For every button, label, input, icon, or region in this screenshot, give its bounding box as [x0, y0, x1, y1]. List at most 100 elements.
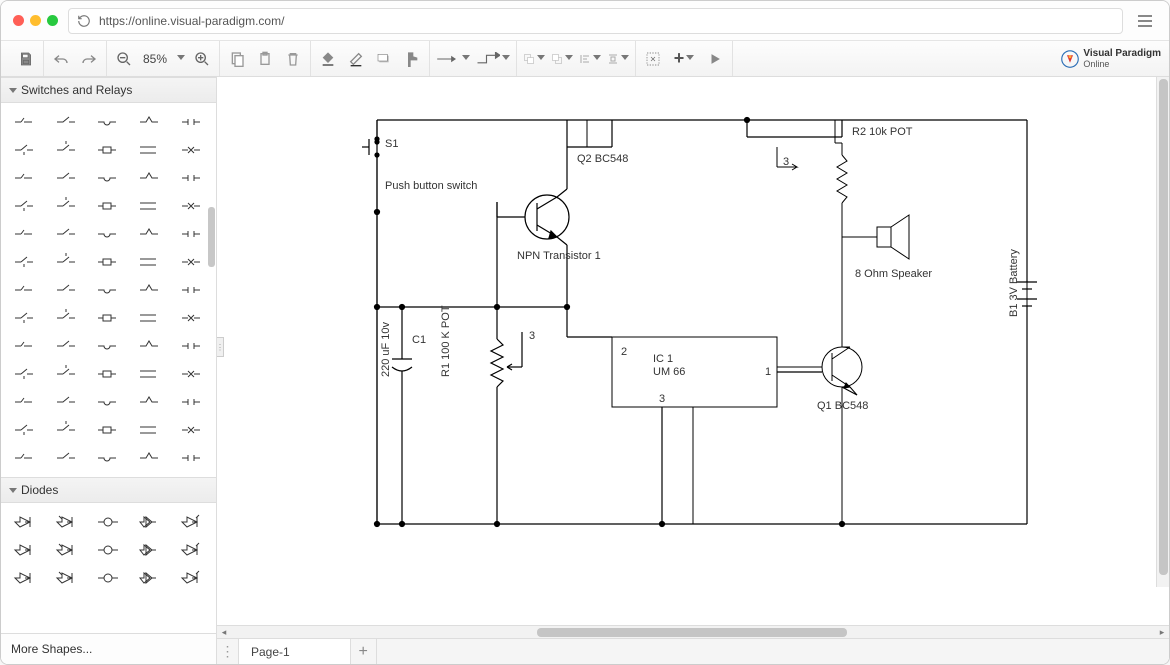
tab-page-1[interactable]: Page-1: [239, 639, 351, 664]
refresh-icon[interactable]: [77, 14, 91, 28]
distribute-button[interactable]: [607, 48, 629, 70]
canvas-horizontal-scrollbar[interactable]: ◂ ▸: [217, 625, 1169, 638]
line-color-button[interactable]: [345, 48, 367, 70]
fit-button[interactable]: [642, 48, 664, 70]
shape-switch-item[interactable]: [5, 389, 45, 415]
shape-switch-item[interactable]: [47, 389, 87, 415]
fill-color-button[interactable]: [317, 48, 339, 70]
shape-switch-item[interactable]: [47, 417, 87, 443]
connector-button[interactable]: [436, 48, 470, 70]
shape-switch-item[interactable]: [47, 165, 87, 191]
shape-switch-item[interactable]: [89, 193, 129, 219]
shape-switch-item[interactable]: [89, 249, 129, 275]
shape-switch-item[interactable]: [5, 361, 45, 387]
shape-switch-item[interactable]: [5, 165, 45, 191]
category-switches-relays[interactable]: Switches and Relays: [1, 77, 216, 103]
align-button[interactable]: [579, 48, 601, 70]
shape-switch-item[interactable]: [5, 249, 45, 275]
hscroll-thumb[interactable]: [537, 628, 847, 637]
zoom-value[interactable]: 85%: [141, 52, 169, 66]
canvas-vertical-scrollbar[interactable]: [1156, 77, 1169, 587]
play-button[interactable]: [704, 48, 726, 70]
to-front-button[interactable]: [523, 48, 545, 70]
insert-button[interactable]: +: [670, 48, 698, 70]
shape-switch-item[interactable]: [130, 193, 170, 219]
shadow-button[interactable]: [373, 48, 395, 70]
shape-switch-item[interactable]: [130, 417, 170, 443]
shape-switch-item[interactable]: [89, 165, 129, 191]
diagram-canvas[interactable]: ⋮: [217, 77, 1169, 625]
category-diodes[interactable]: Diodes: [1, 477, 216, 503]
scroll-left-arrow[interactable]: ◂: [217, 626, 231, 639]
shape-switch-item[interactable]: [5, 445, 45, 471]
shape-switch-item[interactable]: [89, 361, 129, 387]
shape-switch-item[interactable]: [130, 277, 170, 303]
shape-switch-item[interactable]: [5, 333, 45, 359]
shape-switch-item[interactable]: [89, 445, 129, 471]
shape-diode-item[interactable]: [5, 565, 45, 591]
shape-switch-item[interactable]: [89, 221, 129, 247]
shape-switch-item[interactable]: [130, 221, 170, 247]
shape-diode-item[interactable]: [130, 537, 170, 563]
brand-logo[interactable]: Visual ParadigmOnline: [1061, 49, 1161, 69]
shape-switch-item[interactable]: [5, 193, 45, 219]
shape-switch-item[interactable]: [130, 361, 170, 387]
shape-switch-item[interactable]: [130, 165, 170, 191]
shape-switch-item[interactable]: [130, 137, 170, 163]
shape-switch-item[interactable]: [130, 389, 170, 415]
url-bar[interactable]: https://online.visual-paradigm.com/: [68, 8, 1123, 34]
scroll-right-arrow[interactable]: ▸: [1155, 626, 1169, 639]
shape-switch-item[interactable]: [47, 137, 87, 163]
shape-diode-item[interactable]: [5, 537, 45, 563]
zoom-in-button[interactable]: [191, 48, 213, 70]
to-back-button[interactable]: [551, 48, 573, 70]
shape-switch-item[interactable]: [89, 417, 129, 443]
shape-switch-item[interactable]: [5, 277, 45, 303]
shape-switch-item[interactable]: [5, 305, 45, 331]
shape-diode-item[interactable]: [47, 565, 87, 591]
close-window-button[interactable]: [13, 15, 24, 26]
shape-switch-item[interactable]: [47, 305, 87, 331]
shape-switch-item[interactable]: [130, 333, 170, 359]
shape-switch-item[interactable]: [130, 109, 170, 135]
shape-switch-item[interactable]: [5, 137, 45, 163]
shape-diode-item[interactable]: [47, 509, 87, 535]
tabs-grip[interactable]: ⋮: [217, 639, 239, 664]
shape-diode-item[interactable]: [89, 509, 129, 535]
shape-switch-item[interactable]: [47, 333, 87, 359]
shape-switch-item[interactable]: [130, 445, 170, 471]
more-shapes-button[interactable]: More Shapes...: [1, 633, 216, 664]
shape-switch-item[interactable]: [130, 305, 170, 331]
shape-switch-item[interactable]: [47, 221, 87, 247]
shape-switch-item[interactable]: [89, 137, 129, 163]
shape-switch-item[interactable]: [47, 445, 87, 471]
add-page-button[interactable]: +: [351, 639, 377, 664]
shape-switch-item[interactable]: [5, 221, 45, 247]
sidebar-scrollbar[interactable]: [206, 77, 216, 633]
shape-diode-item[interactable]: [89, 537, 129, 563]
shape-switch-item[interactable]: [89, 389, 129, 415]
minimize-window-button[interactable]: [30, 15, 41, 26]
shape-diode-item[interactable]: [47, 537, 87, 563]
zoom-dropdown-caret[interactable]: [177, 55, 185, 63]
shape-switch-item[interactable]: [47, 193, 87, 219]
shape-switch-item[interactable]: [130, 249, 170, 275]
shape-switch-item[interactable]: [89, 305, 129, 331]
shape-diode-item[interactable]: [130, 509, 170, 535]
maximize-window-button[interactable]: [47, 15, 58, 26]
shape-switch-item[interactable]: [47, 361, 87, 387]
format-painter-button[interactable]: [401, 48, 423, 70]
copy-button[interactable]: [226, 48, 248, 70]
shape-switch-item[interactable]: [5, 417, 45, 443]
shape-switch-item[interactable]: [47, 249, 87, 275]
undo-button[interactable]: [50, 48, 72, 70]
shape-switch-item[interactable]: [5, 109, 45, 135]
hamburger-menu-button[interactable]: [1133, 9, 1157, 33]
shape-switch-item[interactable]: [47, 109, 87, 135]
shape-switch-item[interactable]: [89, 277, 129, 303]
shape-diode-item[interactable]: [5, 509, 45, 535]
waypoint-button[interactable]: [476, 48, 510, 70]
delete-button[interactable]: [282, 48, 304, 70]
zoom-out-button[interactable]: [113, 48, 135, 70]
shape-diode-item[interactable]: [130, 565, 170, 591]
